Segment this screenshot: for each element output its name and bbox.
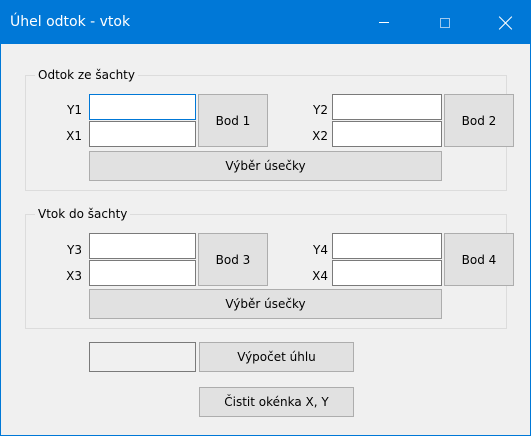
y2-input[interactable]	[332, 94, 442, 120]
window-title: Úhel odtok - vtok	[10, 14, 131, 30]
select-segment-button-outflow[interactable]: Výběr úsečky	[89, 151, 442, 181]
point3-button[interactable]: Bod 3	[198, 233, 268, 286]
point4-button[interactable]: Bod 4	[444, 233, 514, 286]
angle-result-field	[89, 342, 196, 372]
x2-label: X2	[312, 129, 328, 143]
dialog-window: Úhel odtok - vtok Odtok ze šachty Y1 X1 …	[0, 0, 531, 436]
point2-button[interactable]: Bod 2	[444, 94, 514, 147]
point1-button[interactable]: Bod 1	[198, 94, 268, 147]
y4-input[interactable]	[332, 233, 442, 259]
minimize-icon	[379, 22, 389, 23]
close-button[interactable]	[483, 1, 529, 44]
minimize-button[interactable]	[361, 1, 407, 44]
x3-label: X3	[66, 269, 82, 283]
x1-input[interactable]	[89, 121, 196, 147]
close-icon	[499, 16, 513, 30]
select-segment-button-inflow[interactable]: Výběr úsečky	[89, 289, 442, 319]
compute-angle-button[interactable]: Výpočet úhlu	[199, 342, 354, 372]
outflow-group-legend: Odtok ze šachty	[35, 68, 138, 82]
y2-label: Y2	[313, 103, 328, 117]
y1-label: Y1	[67, 103, 82, 117]
title-bar[interactable]: Úhel odtok - vtok	[1, 1, 530, 44]
clear-xy-button[interactable]: Čistit okénka X, Y	[199, 387, 354, 417]
maximize-button	[422, 1, 468, 44]
y4-label: Y4	[313, 243, 328, 257]
y3-label: Y3	[67, 243, 82, 257]
y1-input[interactable]	[89, 94, 196, 120]
x3-input[interactable]	[89, 260, 196, 286]
x4-label: X4	[312, 269, 328, 283]
x4-input[interactable]	[332, 260, 442, 286]
inflow-group-legend: Vtok do šachty	[35, 207, 131, 221]
x2-input[interactable]	[332, 121, 442, 147]
x1-label: X1	[66, 129, 82, 143]
y3-input[interactable]	[89, 233, 196, 259]
maximize-icon	[440, 17, 450, 28]
